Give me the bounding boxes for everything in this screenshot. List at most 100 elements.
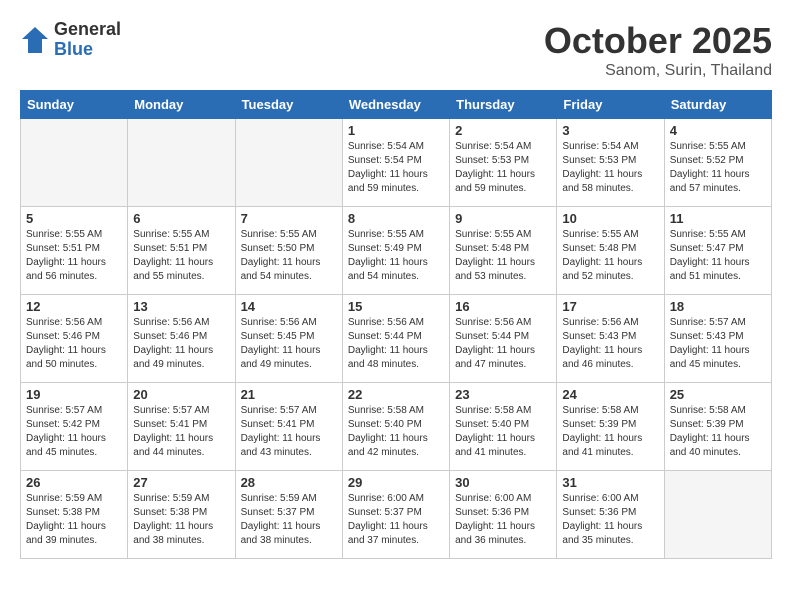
day-info: Sunrise: 5:59 AM Sunset: 5:37 PM Dayligh… [241, 492, 337, 548]
calendar-cell: 18Sunrise: 5:57 AM Sunset: 5:43 PM Dayli… [664, 295, 771, 383]
day-info: Sunrise: 5:56 AM Sunset: 5:46 PM Dayligh… [26, 316, 122, 372]
day-number: 17 [562, 299, 658, 314]
day-info: Sunrise: 5:57 AM Sunset: 5:41 PM Dayligh… [133, 404, 229, 460]
column-header-friday: Friday [557, 91, 664, 119]
day-number: 7 [241, 211, 337, 226]
day-number: 8 [348, 211, 444, 226]
day-info: Sunrise: 5:55 AM Sunset: 5:50 PM Dayligh… [241, 228, 337, 284]
column-header-thursday: Thursday [450, 91, 557, 119]
logo: General Blue [20, 20, 121, 60]
page-header: General Blue October 2025 Sanom, Surin, … [20, 20, 772, 80]
calendar-cell: 26 Sunrise: 5:59 AM Sunset: 5:38 PM Dayli… [21, 471, 128, 559]
calendar-cell: 8 Sunrise: 5:55 AM Sunset: 5:49 PM Daylig… [342, 207, 449, 295]
day-info: Sunrise: 5:54 AM Sunset: 5:54 PM Dayligh… [348, 140, 444, 196]
day-number: 28 [241, 475, 337, 490]
calendar-week-row: 19 Sunrise: 5:57 AM Sunset: 5:42 PM Dayli… [21, 383, 772, 471]
calendar-cell: 15Sunrise: 5:56 AM Sunset: 5:44 PM Dayli… [342, 295, 449, 383]
calendar-header-row: SundayMondayTuesdayWednesdayThursdayFrid… [21, 91, 772, 119]
location-subtitle: Sanom, Surin, Thailand [544, 62, 772, 80]
day-number: 25 [670, 387, 766, 402]
calendar-cell: 4Sunrise: 5:55 AM Sunset: 5:52 PM Daylig… [664, 119, 771, 207]
calendar-cell: 5Sunrise: 5:55 AM Sunset: 5:51 PM Daylig… [21, 207, 128, 295]
calendar-cell: 6 Sunrise: 5:55 AM Sunset: 5:51 PM Daylig… [128, 207, 235, 295]
calendar-week-row: 5Sunrise: 5:55 AM Sunset: 5:51 PM Daylig… [21, 207, 772, 295]
calendar-cell: 28 Sunrise: 5:59 AM Sunset: 5:37 PM Dayli… [235, 471, 342, 559]
calendar-cell: 29Sunrise: 6:00 AM Sunset: 5:37 PM Dayli… [342, 471, 449, 559]
calendar-cell: 20Sunrise: 5:57 AM Sunset: 5:41 PM Dayli… [128, 383, 235, 471]
calendar-cell: 11 Sunrise: 5:55 AM Sunset: 5:47 PM Dayli… [664, 207, 771, 295]
day-number: 3 [562, 123, 658, 138]
calendar-cell: 2Sunrise: 5:54 AM Sunset: 5:53 PM Daylig… [450, 119, 557, 207]
day-info: Sunrise: 5:58 AM Sunset: 5:40 PM Dayligh… [455, 404, 551, 460]
calendar-cell: 1 Sunrise: 5:54 AM Sunset: 5:54 PM Daylig… [342, 119, 449, 207]
calendar-week-row: 26 Sunrise: 5:59 AM Sunset: 5:38 PM Dayli… [21, 471, 772, 559]
day-number: 14 [241, 299, 337, 314]
day-info: Sunrise: 5:56 AM Sunset: 5:44 PM Dayligh… [348, 316, 444, 372]
calendar-cell [664, 471, 771, 559]
column-header-wednesday: Wednesday [342, 91, 449, 119]
day-info: Sunrise: 5:55 AM Sunset: 5:51 PM Dayligh… [26, 228, 122, 284]
day-number: 11 [670, 211, 766, 226]
day-number: 19 [26, 387, 122, 402]
calendar-cell [21, 119, 128, 207]
day-info: Sunrise: 5:55 AM Sunset: 5:51 PM Dayligh… [133, 228, 229, 284]
calendar-cell: 3 Sunrise: 5:54 AM Sunset: 5:53 PM Daylig… [557, 119, 664, 207]
logo-text: General Blue [54, 20, 121, 60]
logo-blue: Blue [54, 40, 121, 60]
day-info: Sunrise: 5:55 AM Sunset: 5:49 PM Dayligh… [348, 228, 444, 284]
calendar-cell: 16 Sunrise: 5:56 AM Sunset: 5:44 PM Dayli… [450, 295, 557, 383]
day-number: 26 [26, 475, 122, 490]
day-number: 16 [455, 299, 551, 314]
logo-general: General [54, 20, 121, 40]
calendar-cell: 10Sunrise: 5:55 AM Sunset: 5:48 PM Dayli… [557, 207, 664, 295]
month-title: October 2025 [544, 20, 772, 62]
calendar-cell: 7 Sunrise: 5:55 AM Sunset: 5:50 PM Daylig… [235, 207, 342, 295]
day-number: 31 [562, 475, 658, 490]
day-info: Sunrise: 5:55 AM Sunset: 5:52 PM Dayligh… [670, 140, 766, 196]
day-info: Sunrise: 5:55 AM Sunset: 5:47 PM Dayligh… [670, 228, 766, 284]
day-info: Sunrise: 5:58 AM Sunset: 5:39 PM Dayligh… [562, 404, 658, 460]
column-header-tuesday: Tuesday [235, 91, 342, 119]
calendar-cell: 19 Sunrise: 5:57 AM Sunset: 5:42 PM Dayli… [21, 383, 128, 471]
calendar-week-row: 12 Sunrise: 5:56 AM Sunset: 5:46 PM Dayli… [21, 295, 772, 383]
calendar-cell: 13Sunrise: 5:56 AM Sunset: 5:46 PM Dayli… [128, 295, 235, 383]
day-info: Sunrise: 5:55 AM Sunset: 5:48 PM Dayligh… [455, 228, 551, 284]
day-number: 29 [348, 475, 444, 490]
day-info: Sunrise: 5:54 AM Sunset: 5:53 PM Dayligh… [455, 140, 551, 196]
day-info: Sunrise: 5:58 AM Sunset: 5:40 PM Dayligh… [348, 404, 444, 460]
calendar-cell: 23 Sunrise: 5:58 AM Sunset: 5:40 PM Dayli… [450, 383, 557, 471]
day-info: Sunrise: 5:57 AM Sunset: 5:41 PM Dayligh… [241, 404, 337, 460]
day-info: Sunrise: 5:56 AM Sunset: 5:43 PM Dayligh… [562, 316, 658, 372]
day-info: Sunrise: 5:57 AM Sunset: 5:42 PM Dayligh… [26, 404, 122, 460]
day-info: Sunrise: 5:59 AM Sunset: 5:38 PM Dayligh… [133, 492, 229, 548]
logo-icon [20, 25, 50, 55]
day-info: Sunrise: 5:54 AM Sunset: 5:53 PM Dayligh… [562, 140, 658, 196]
day-info: Sunrise: 5:56 AM Sunset: 5:45 PM Dayligh… [241, 316, 337, 372]
calendar-cell: 9 Sunrise: 5:55 AM Sunset: 5:48 PM Daylig… [450, 207, 557, 295]
calendar-cell [235, 119, 342, 207]
day-number: 22 [348, 387, 444, 402]
day-number: 24 [562, 387, 658, 402]
day-number: 23 [455, 387, 551, 402]
day-number: 27 [133, 475, 229, 490]
calendar-cell: 21Sunrise: 5:57 AM Sunset: 5:41 PM Dayli… [235, 383, 342, 471]
day-info: Sunrise: 5:56 AM Sunset: 5:44 PM Dayligh… [455, 316, 551, 372]
day-number: 9 [455, 211, 551, 226]
day-number: 12 [26, 299, 122, 314]
calendar-cell: 12 Sunrise: 5:56 AM Sunset: 5:46 PM Dayli… [21, 295, 128, 383]
day-number: 10 [562, 211, 658, 226]
column-header-monday: Monday [128, 91, 235, 119]
calendar-cell: 17 Sunrise: 5:56 AM Sunset: 5:43 PM Dayli… [557, 295, 664, 383]
column-header-saturday: Saturday [664, 91, 771, 119]
calendar-cell: 24 Sunrise: 5:58 AM Sunset: 5:39 PM Dayli… [557, 383, 664, 471]
day-info: Sunrise: 5:56 AM Sunset: 5:46 PM Dayligh… [133, 316, 229, 372]
calendar-cell: 31Sunrise: 6:00 AM Sunset: 5:36 PM Dayli… [557, 471, 664, 559]
calendar-cell [128, 119, 235, 207]
day-info: Sunrise: 5:59 AM Sunset: 5:38 PM Dayligh… [26, 492, 122, 548]
day-number: 6 [133, 211, 229, 226]
day-info: Sunrise: 6:00 AM Sunset: 5:36 PM Dayligh… [455, 492, 551, 548]
calendar-cell: 27 Sunrise: 5:59 AM Sunset: 5:38 PM Dayli… [128, 471, 235, 559]
calendar-cell: 30 Sunrise: 6:00 AM Sunset: 5:36 PM Dayli… [450, 471, 557, 559]
day-number: 30 [455, 475, 551, 490]
day-number: 1 [348, 123, 444, 138]
